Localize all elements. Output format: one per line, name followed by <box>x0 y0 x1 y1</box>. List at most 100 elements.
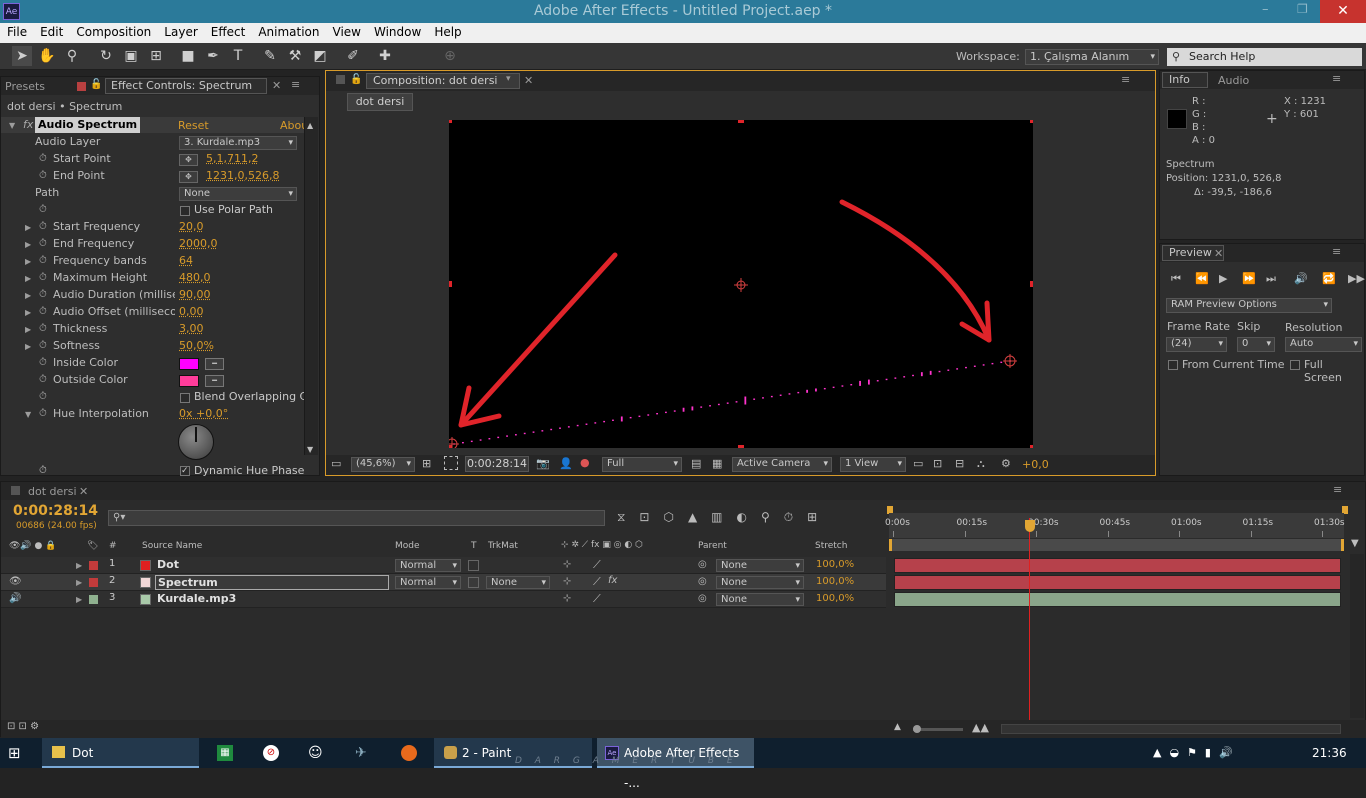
full-screen-checkbox[interactable] <box>1290 360 1300 370</box>
param-value[interactable]: 0,00 <box>179 305 204 318</box>
stopwatch-icon[interactable]: ⏱ <box>39 323 47 334</box>
frame-rate-dropdown[interactable]: (24) <box>1166 337 1227 352</box>
stopwatch-icon[interactable]: ⏱ <box>39 204 47 215</box>
shy-switch-icon[interactable]: ⊹ <box>563 559 571 570</box>
expand-triangle-icon[interactable]: ▶ <box>25 223 31 232</box>
trkmat-header[interactable]: TrkMat <box>488 541 518 551</box>
stopwatch-icon[interactable]: ⏱ <box>39 357 47 368</box>
audio-icon[interactable]: 🔊 <box>1294 272 1308 285</box>
menu-view[interactable]: View <box>326 23 367 39</box>
workspace-dropdown[interactable]: 1. Çalışma Alanım <box>1025 49 1159 65</box>
param-value[interactable]: 20,0 <box>179 220 204 233</box>
pick-whip-icon[interactable]: ◎ <box>698 559 707 570</box>
taskbar-item-dot[interactable]: Dot <box>42 738 199 768</box>
zoom-out-icon[interactable]: ▲ <box>894 722 901 732</box>
exposure-icon[interactable]: ⚙ <box>1001 457 1011 470</box>
parent-dropdown[interactable]: None <box>716 559 804 572</box>
exposure-value[interactable]: +0,0 <box>1022 458 1049 471</box>
from-current-time-checkbox[interactable] <box>1168 360 1178 370</box>
zoom-slider-thumb[interactable] <box>913 725 921 733</box>
stopwatch-icon[interactable]: ⏱ <box>39 170 47 181</box>
expand-triangle-icon[interactable]: ▶ <box>25 291 31 300</box>
rectangle-tool-icon[interactable]: ■ <box>178 46 198 66</box>
eyedropper-icon[interactable]: ━ <box>205 375 224 387</box>
stopwatch-icon[interactable]: ⏱ <box>39 391 47 402</box>
reset-link[interactable]: Reset <box>178 119 209 132</box>
expand-triangle-icon[interactable]: ▶ <box>25 240 31 249</box>
stopwatch-icon[interactable]: ⏱ <box>39 238 47 249</box>
dynamic-hue-checkbox[interactable]: ✓ <box>180 466 190 476</box>
ram-preview-options-dropdown[interactable]: RAM Preview Options <box>1166 298 1332 313</box>
cti-head-icon[interactable] <box>1025 520 1035 532</box>
param-value[interactable]: 5,1,711,2 <box>206 152 258 165</box>
views-dropdown[interactable]: 1 View <box>840 457 906 472</box>
tab-effect-controls[interactable]: Effect Controls: Spectrum <box>105 78 267 94</box>
zoom-dropdown[interactable]: (45,6%) <box>351 457 415 472</box>
stopwatch-icon[interactable]: ⏱ <box>39 465 47 476</box>
param-dropdown[interactable]: 3. Kurdale.mp3 <box>179 136 297 150</box>
preserve-transparency-checkbox[interactable] <box>468 560 479 571</box>
parent-header[interactable]: Parent <box>698 541 727 551</box>
pen-tool-icon[interactable]: ✒ <box>203 46 223 66</box>
quality-switch-icon[interactable]: ⟋ <box>593 558 601 572</box>
minimize-button[interactable]: – <box>1262 2 1269 17</box>
horizontal-scrollbar[interactable] <box>1001 724 1341 734</box>
effect-switch-icon[interactable]: fx <box>608 575 617 586</box>
stretch-value[interactable]: 100,0% <box>816 576 854 587</box>
loop-icon[interactable]: 🔁 <box>1322 272 1336 285</box>
clone-stamp-tool-icon[interactable]: ⚒ <box>285 46 305 66</box>
expand-triangle-icon[interactable]: ▶ <box>76 561 82 570</box>
tab-composition[interactable]: Composition: dot dersi <box>366 73 520 89</box>
layer-search-input[interactable]: ⚲▾ <box>108 510 605 526</box>
param-value[interactable]: 480,0 <box>179 271 211 284</box>
pick-whip-icon[interactable]: ◎ <box>698 593 707 604</box>
param-value[interactable]: 50,0% <box>179 339 214 352</box>
next-frame-icon[interactable]: ⏩ <box>1242 272 1256 285</box>
tab-audio[interactable]: Audio <box>1218 74 1249 87</box>
color-swatch[interactable] <box>179 358 199 370</box>
tab-timeline[interactable]: dot dersi <box>28 485 77 498</box>
visibility-icon[interactable]: 🔊 <box>9 593 21 604</box>
prev-frame-icon[interactable]: ⏪ <box>1195 272 1209 285</box>
always-preview-icon[interactable]: ▭ <box>331 457 341 470</box>
resolution-dropdown[interactable]: Full <box>602 457 682 472</box>
last-frame-icon[interactable]: ⏭ <box>1266 272 1276 286</box>
mode-dropdown[interactable]: Normal <box>395 559 461 572</box>
fx-icon[interactable]: fx <box>23 118 33 131</box>
menu-layer[interactable]: Layer <box>157 23 203 39</box>
stopwatch-icon[interactable]: ⏱ <box>39 153 47 164</box>
param-value[interactable]: 3,00 <box>179 322 204 335</box>
skip-dropdown[interactable]: 0 <box>1237 337 1275 352</box>
roto-brush-tool-icon[interactable]: ✐ <box>343 46 363 66</box>
expand-triangle-icon[interactable]: ▶ <box>25 308 31 317</box>
layer-duration-bar[interactable] <box>894 558 1341 573</box>
fast-previews-icon[interactable]: ▤ <box>691 457 701 470</box>
source-name-header[interactable]: Source Name <box>142 541 202 551</box>
lock-icon[interactable]: 🔓 <box>350 74 362 85</box>
crosshair-icon[interactable]: ✥ <box>179 171 198 183</box>
tray-icons[interactable]: ▲◒⚑▮🔊 <box>1153 738 1241 768</box>
toggle-3d-icon[interactable]: ⊡ <box>933 457 942 470</box>
excel-icon[interactable]: ▦ <box>217 745 233 761</box>
expand-triangle-icon[interactable]: ▶ <box>25 325 31 334</box>
stopwatch-icon[interactable]: ⏱ <box>39 272 47 283</box>
flowchart-icon[interactable]: ⛬ <box>977 457 985 471</box>
stopwatch-icon[interactable]: ⏱ <box>39 340 47 351</box>
pan-behind-tool-icon[interactable]: ⊞ <box>146 46 166 66</box>
param-checkbox[interactable] <box>180 393 190 403</box>
expand-triangle-icon[interactable]: ▶ <box>25 274 31 283</box>
app-icon-bird[interactable]: ✈ <box>355 738 367 768</box>
restore-button[interactable]: ❐ <box>1297 2 1308 16</box>
zoom-in-icon[interactable]: ▲▲ <box>972 721 989 734</box>
close-tab-icon[interactable]: ✕ <box>272 79 281 92</box>
menu-file[interactable]: File <box>0 23 33 39</box>
param-value[interactable]: 1231,0,526,8 <box>206 169 279 182</box>
close-tab-icon[interactable]: ✕ <box>1214 247 1223 260</box>
camera-dropdown[interactable]: Active Camera <box>732 457 832 472</box>
zoom-tool-icon[interactable]: ⚲ <box>62 46 82 66</box>
panel-menu-icon[interactable]: ≡ <box>1121 73 1130 86</box>
layer-name[interactable]: Kurdale.mp3 <box>155 592 355 607</box>
parent-dropdown[interactable]: None <box>716 593 804 606</box>
expand-triangle-icon[interactable]: ▼ <box>25 410 31 419</box>
label-color[interactable] <box>89 595 98 604</box>
